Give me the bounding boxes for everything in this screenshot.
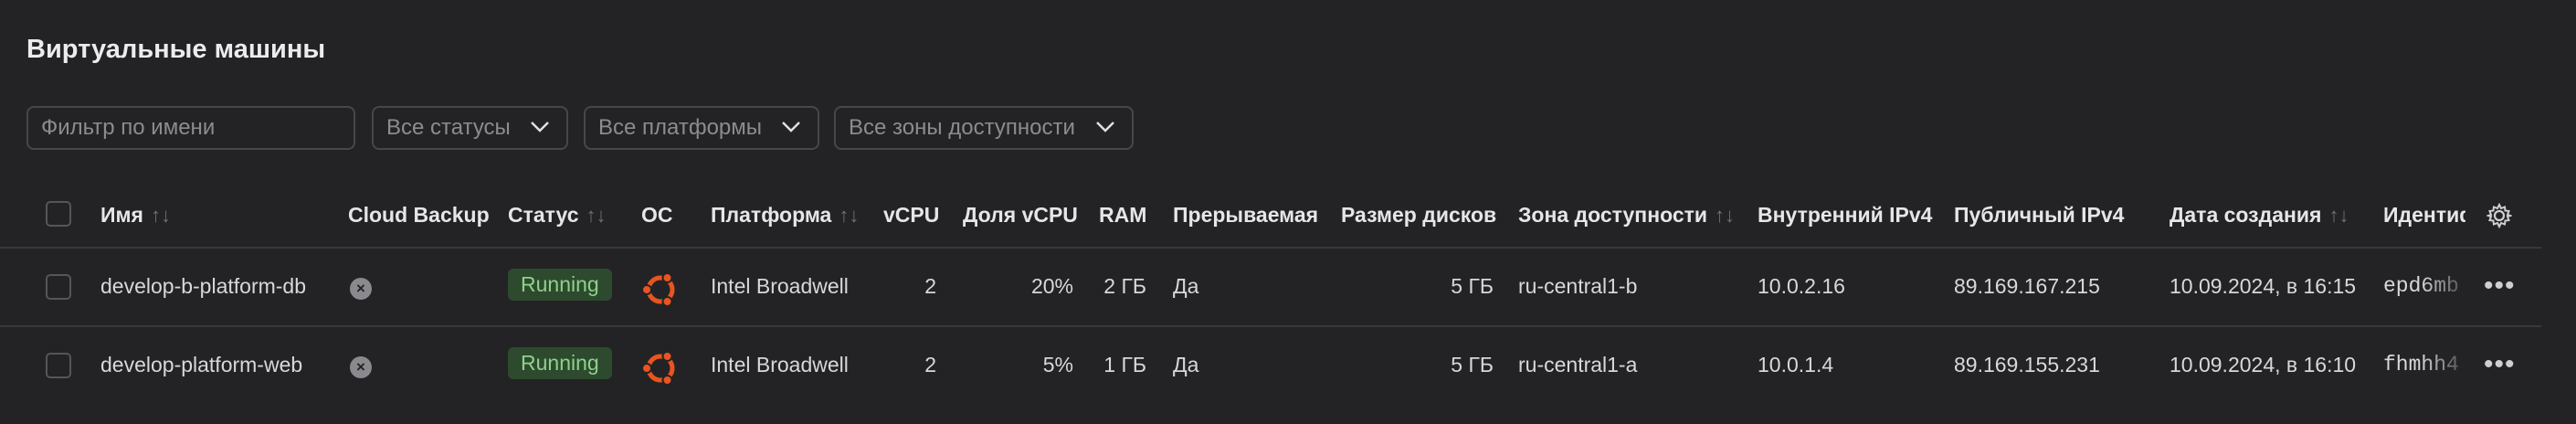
page-title: Виртуальные машины [26,35,326,64]
internal-ip-cell: 10.0.2.16 [1758,274,1845,298]
zone-cell: ru-central1-a [1518,353,1638,376]
disk-size-cell: 5 ГБ [1451,274,1494,298]
column-header-os: ОС [641,203,673,227]
ubuntu-icon [641,272,675,307]
internal-ip-cell: 10.0.1.4 [1758,353,1834,376]
column-header-id: Идентиф [2383,203,2465,227]
column-header-internal-ip: Внутренний IPv4 [1758,203,1933,227]
created-cell: 10.09.2024, в 16:15 [2170,274,2357,298]
column-header-created[interactable]: Дата создания ↑↓ [2170,203,2349,228]
vm-name[interactable]: develop-platform-web [100,353,302,377]
chevron-down-icon [531,122,549,132]
column-header-backup: Cloud Backup [348,203,490,227]
chevron-down-icon [1096,122,1114,132]
row-checkbox[interactable] [46,353,71,378]
table-row[interactable]: develop-b-platform-db × Running Intel Br… [0,249,2541,327]
sort-icon[interactable]: ↑↓ [1715,204,1735,227]
vcpu-cell: 2 [924,274,936,298]
sort-icon[interactable]: ↑↓ [2328,204,2349,227]
more-actions-button[interactable]: ••• [2484,349,2516,380]
zone-filter-label: Все зоны доступности [849,115,1075,140]
public-ip-cell: 89.169.167.215 [1954,274,2100,298]
column-header-ram: RAM [1099,203,1147,227]
platform-cell: Intel Broadwell [711,353,849,376]
sort-icon[interactable]: ↑↓ [151,204,171,227]
ubuntu-icon [641,351,675,386]
preemptible-cell: Да [1173,274,1199,298]
column-header-status[interactable]: Статус ↑↓ [508,203,607,228]
status-badge: Running [508,347,612,379]
table-row[interactable]: develop-platform-web × Running Intel Bro… [0,327,2541,404]
platform-filter-label: Все платформы [598,115,763,140]
created-cell: 10.09.2024, в 16:10 [2170,353,2357,376]
sort-icon[interactable]: ↑↓ [586,204,607,227]
platform-cell: Intel Broadwell [711,274,849,298]
vm-name[interactable]: develop-b-platform-db [100,274,306,299]
table-header: Имя ↑↓ Cloud Backup Статус ↑↓ ОС Платформа… [0,183,2541,249]
sort-icon[interactable]: ↑↓ [839,204,859,227]
fade-overlay [2421,249,2476,325]
column-header-platform[interactable]: Платформа ↑↓ [711,203,859,228]
column-header-preemptible: Прерываемая [1173,203,1319,227]
name-filter-input[interactable]: Фильтр по имени [26,106,355,150]
status-filter-select[interactable]: Все статусы [372,106,568,150]
vcpu-share-cell: 5% [1042,353,1073,376]
select-all-checkbox[interactable] [46,201,71,227]
row-checkbox[interactable] [46,274,71,300]
status-badge: Running [508,269,612,301]
ram-cell: 1 ГБ [1103,353,1146,376]
status-filter-label: Все статусы [386,115,511,140]
more-actions-button[interactable]: ••• [2484,270,2516,302]
fade-overlay [2421,327,2476,404]
column-header-vcpu-share: Доля vCPU [963,203,1078,227]
column-header-name[interactable]: Имя ↑↓ [100,203,171,228]
ram-cell: 2 ГБ [1103,274,1146,298]
column-header-vcpu: vCPU [883,203,940,227]
column-header-public-ip: Публичный IPv4 [1954,203,2125,227]
zone-filter-select[interactable]: Все зоны доступности [834,106,1134,150]
gear-icon[interactable] [2486,203,2512,228]
column-header-zone[interactable]: Зона доступности ↑↓ [1518,203,1735,228]
zone-cell: ru-central1-b [1518,274,1638,298]
vcpu-cell: 2 [924,353,936,376]
vcpu-share-cell: 20% [1030,274,1073,298]
public-ip-cell: 89.169.155.231 [1954,353,2100,376]
chevron-down-icon [782,122,800,132]
platform-filter-select[interactable]: Все платформы [584,106,819,150]
preemptible-cell: Да [1173,353,1199,376]
column-header-disk-size: Размер дисков [1341,203,1497,227]
disk-size-cell: 5 ГБ [1451,353,1494,376]
backup-off-icon: × [350,278,372,300]
backup-off-icon: × [350,356,372,378]
